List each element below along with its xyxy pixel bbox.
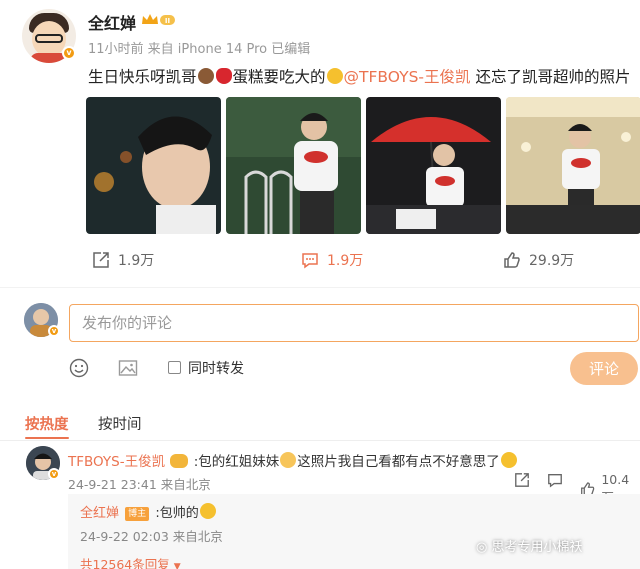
reply-author-name[interactable]: 全红婵 bbox=[80, 506, 119, 521]
verified-badge-icon: v bbox=[48, 468, 60, 480]
commenter-name[interactable]: TFBOYS-王俊凯 bbox=[68, 454, 165, 470]
comment-button[interactable]: 1.9万 bbox=[301, 250, 363, 270]
image-upload-icon[interactable] bbox=[118, 358, 138, 378]
share-count: 1.9万 bbox=[118, 253, 155, 269]
post-text: 生日快乐呀凯哥 蛋糕要吃大的 @TFBOYS-王俊凯 还忘了凯哥超帅的照片 bbox=[88, 65, 630, 87]
sunglasses-emoji-icon bbox=[199, 503, 216, 519]
author-badge: 博主 bbox=[125, 507, 150, 521]
active-tab-indicator bbox=[25, 437, 69, 439]
reply-text: 全红婵 博主 :包帅的 bbox=[80, 502, 217, 521]
grin-emoji-icon bbox=[500, 452, 517, 468]
share-button[interactable]: 1.9万 bbox=[92, 250, 154, 270]
post-action-bar: 1.9万 1.9万 29.9万 bbox=[0, 250, 640, 274]
rose-emoji-icon bbox=[215, 68, 232, 84]
divider bbox=[0, 440, 640, 441]
cake-emoji-icon bbox=[197, 68, 214, 84]
watermark-logo-icon: ◎ bbox=[476, 540, 488, 555]
grin-emoji-icon bbox=[326, 68, 343, 84]
repost-checkbox[interactable] bbox=[168, 361, 181, 374]
post-text-before: 生日快乐呀凯哥 bbox=[88, 68, 197, 86]
watermark-text: 思考专用小棉袄 bbox=[491, 540, 583, 555]
like-button[interactable]: 29.9万 bbox=[503, 250, 574, 270]
photo-3[interactable] bbox=[366, 97, 501, 234]
reply-text-content: :包帅的 bbox=[155, 506, 199, 521]
post-author-name[interactable]: 全红婵 bbox=[88, 10, 136, 34]
comment-count: 1.9万 bbox=[327, 253, 364, 269]
clap-emoji-icon bbox=[280, 452, 297, 468]
tab-sort-hot[interactable]: 按热度 bbox=[25, 413, 69, 434]
reply-meta: 24-9-22 02:03 来自北京 bbox=[80, 529, 223, 544]
comment-icon bbox=[302, 253, 318, 269]
comment-icon bbox=[548, 474, 562, 488]
submit-comment-button[interactable]: 评论 bbox=[570, 352, 638, 385]
comment-reply-button[interactable] bbox=[547, 472, 563, 488]
more-replies-link[interactable]: 共12564条回复 ▼ bbox=[80, 554, 181, 569]
comment-share-button[interactable] bbox=[514, 472, 530, 488]
photo-4[interactable] bbox=[506, 97, 640, 234]
crown-emoji-icon bbox=[170, 454, 189, 468]
divider bbox=[0, 287, 640, 288]
post-meta: 11小时前 来自 iPhone 14 Pro 已编辑 bbox=[88, 42, 311, 57]
post-text-after: 还忘了凯哥超帅的照片 bbox=[470, 68, 631, 86]
share-icon bbox=[515, 473, 529, 487]
photo-1[interactable] bbox=[86, 97, 221, 234]
vip-crown-icon: II bbox=[142, 14, 175, 25]
verified-badge-icon: v bbox=[62, 46, 76, 60]
tab-sort-time[interactable]: 按时间 bbox=[98, 413, 142, 434]
svg-text:II: II bbox=[165, 17, 170, 25]
repost-label: 同时转发 bbox=[188, 361, 244, 377]
comment-meta: 24-9-21 23:41 来自北京 bbox=[68, 477, 211, 492]
comment-text-b: 这照片我自己看都有点不好意思了 bbox=[297, 454, 500, 470]
more-replies-text: 共12564条回复 bbox=[80, 557, 170, 569]
share-icon bbox=[93, 252, 109, 268]
thumbs-up-icon bbox=[504, 252, 520, 268]
mention-link[interactable]: @TFBOYS-王俊凯 bbox=[344, 68, 471, 86]
comment-text-a: :包的红姐妹妹 bbox=[193, 454, 280, 470]
post-text-middle: 蛋糕要吃大的 bbox=[232, 68, 326, 86]
chevron-down-icon: ▼ bbox=[173, 562, 181, 569]
comment-text: TFBOYS-王俊凯 :包的红姐妹妹 这照片我自己看都有点不好意思了 bbox=[68, 450, 518, 470]
emoji-picker-icon[interactable] bbox=[69, 358, 89, 378]
photo-2[interactable] bbox=[226, 97, 361, 234]
photo-grid bbox=[86, 97, 640, 234]
like-count: 29.9万 bbox=[529, 253, 575, 269]
verified-badge-icon: v bbox=[48, 325, 60, 337]
watermark: ◎ 思考专用小棉袄 bbox=[476, 536, 583, 555]
comment-input[interactable] bbox=[69, 304, 639, 342]
